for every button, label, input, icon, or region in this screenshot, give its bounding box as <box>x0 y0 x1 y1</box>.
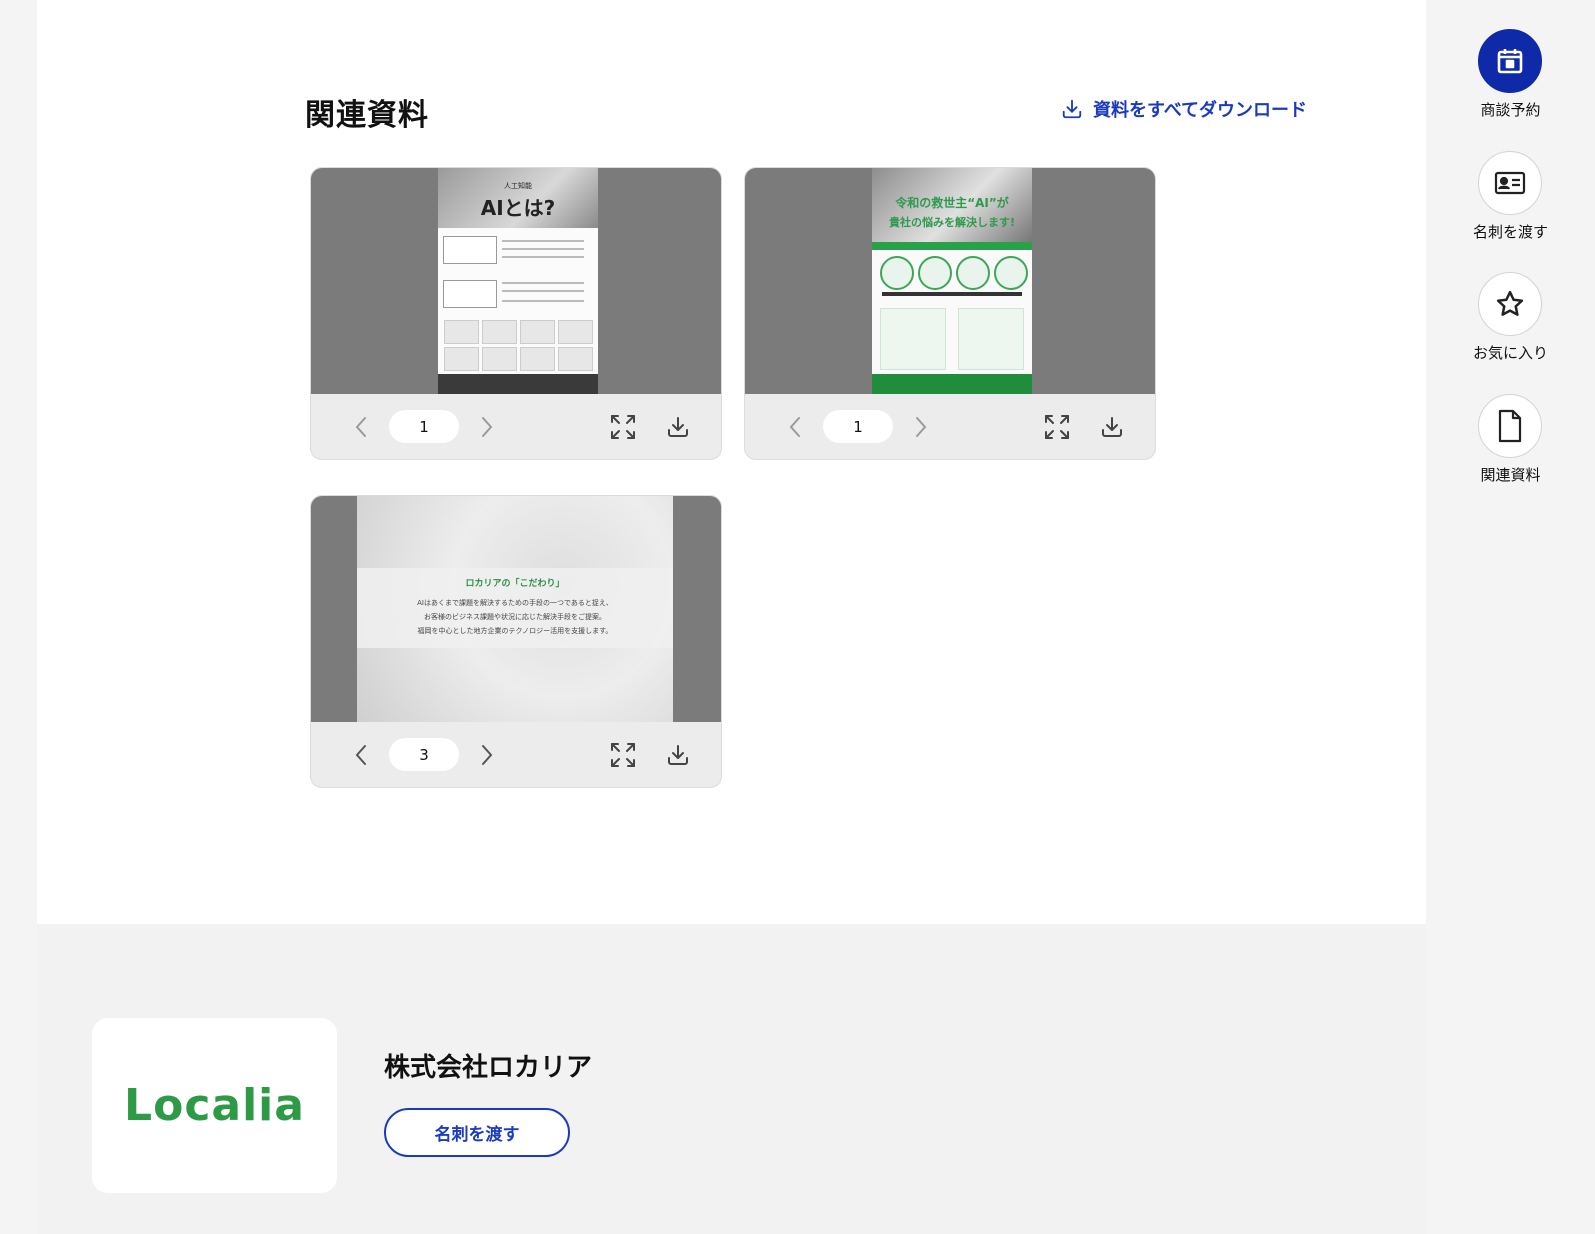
thumbnail-text-line: 福岡を中心とした地方企業のテクノロジー活用を支援します。 <box>417 627 613 635</box>
thumbnail-grid-cell <box>558 320 593 344</box>
rail-button-circle[interactable] <box>1478 29 1542 93</box>
thumbnail-badge <box>880 256 914 290</box>
thumbnail-footer <box>872 374 1032 394</box>
previous-page-button[interactable] <box>349 742 373 768</box>
previous-page-button[interactable] <box>349 414 373 440</box>
document-page-thumbnail: 令和の救世主“AI”が 貴社の悩みを解決します! <box>872 168 1032 394</box>
fullscreen-button[interactable] <box>1043 413 1071 441</box>
give-business-card-button[interactable]: 名刺を渡す <box>384 1108 570 1157</box>
main-panel <box>37 0 1426 924</box>
thumbnail-grid-cell <box>520 347 555 371</box>
document-preview[interactable]: ロカリアの「こだわり」 AIはあくまで課題を解決するための手段の一つであると捉え… <box>311 496 721 722</box>
star-icon <box>1496 290 1524 316</box>
thumbnail-grid-cell <box>444 347 479 371</box>
thumbnail-subtitle: 人工知能 <box>504 182 532 190</box>
expand-icon <box>611 415 635 439</box>
thumbnail-heading: ロカリアの「こだわり」 <box>465 579 565 589</box>
thumbnail-badge <box>994 256 1028 290</box>
rail-button-circle[interactable] <box>1478 394 1542 458</box>
document-preview[interactable]: 令和の救世主“AI”が 貴社の悩みを解決します! <box>745 168 1155 394</box>
chevron-left-icon <box>355 417 366 437</box>
next-page-button[interactable] <box>475 742 499 768</box>
thumbnail-grid-cell <box>444 320 479 344</box>
company-logo-card: Localia <box>92 1018 337 1193</box>
document-controls: 3 <box>311 722 721 787</box>
document-page-thumbnail: 人工知能 AIとは? <box>438 168 598 394</box>
rail-button-circle[interactable] <box>1478 151 1542 215</box>
thumbnail-headline: 令和の救世主“AI”が <box>895 196 1009 210</box>
document-card: ロカリアの「こだわり」 AIはあくまで課題を解決するための手段の一つであると捉え… <box>310 495 722 788</box>
chevron-right-icon <box>482 417 493 437</box>
expand-icon <box>611 743 635 767</box>
download-button[interactable] <box>1099 414 1125 440</box>
thumbnail-grid-cell <box>520 320 555 344</box>
thumbnail-box <box>443 236 497 264</box>
chevron-left-icon <box>789 417 800 437</box>
document-icon <box>1498 409 1522 443</box>
thumbnail-band <box>872 242 1032 250</box>
document-preview[interactable]: 人工知能 AIとは? <box>311 168 721 394</box>
page-number-field[interactable]: 3 <box>389 738 459 771</box>
download-all-link[interactable]: 資料をすべてダウンロード <box>1061 96 1307 122</box>
rail-item-label: お気に入り <box>1472 344 1548 362</box>
thumbnail-text-line <box>502 248 584 250</box>
thumbnail-badge <box>918 256 952 290</box>
thumbnail-grid-cell <box>482 320 517 344</box>
document-slide-thumbnail: ロカリアの「こだわり」 AIはあくまで課題を解決するための手段の一つであると捉え… <box>357 496 673 722</box>
download-all-label: 資料をすべてダウンロード <box>1092 100 1307 121</box>
thumbnail-box <box>443 280 497 308</box>
rail-button-circle[interactable] <box>1478 272 1542 336</box>
rail-item-label: 商談予約 <box>1480 101 1541 119</box>
page-number-field[interactable]: 1 <box>389 410 459 443</box>
rail-item-label: 名刺を渡す <box>1472 223 1548 241</box>
thumbnail-text-line: AIはあくまで課題を解決するための手段の一つであると捉え、 <box>417 599 613 607</box>
download-icon <box>1062 99 1082 119</box>
thumbnail-column <box>958 308 1024 370</box>
thumbnail-grid-cell <box>482 347 517 371</box>
chevron-left-icon <box>355 745 366 765</box>
thumbnail-headline: AIとは? <box>480 196 556 220</box>
download-icon <box>668 745 688 765</box>
next-page-button[interactable] <box>909 414 933 440</box>
download-icon <box>1102 417 1122 437</box>
document-card: 人工知能 AIとは? 1 <box>310 167 722 460</box>
thumbnail-subheadline: 貴社の悩みを解決します! <box>888 216 1016 229</box>
thumbnail-grid-cell <box>558 347 593 371</box>
thumbnail-badge <box>956 256 990 290</box>
chevron-right-icon <box>916 417 927 437</box>
fullscreen-button[interactable] <box>609 413 637 441</box>
thumbnail-footer <box>438 374 598 394</box>
previous-page-button[interactable] <box>783 414 807 440</box>
thumbnail-text-line <box>502 240 584 242</box>
download-button[interactable] <box>665 742 691 768</box>
thumbnail-text-line <box>502 300 584 302</box>
id-card-icon <box>1494 171 1526 195</box>
document-controls: 1 <box>311 394 721 459</box>
page-number-field[interactable]: 1 <box>823 410 893 443</box>
company-name: 株式会社ロカリア <box>384 1053 593 1083</box>
download-icon <box>668 417 688 437</box>
download-button[interactable] <box>665 414 691 440</box>
document-card: 令和の救世主“AI”が 貴社の悩みを解決します! 1 <box>744 167 1156 460</box>
thumbnail-text-line <box>502 256 584 258</box>
rail-item-label: 関連資料 <box>1480 466 1541 484</box>
thumbnail-text-line <box>882 292 1022 296</box>
thumbnail-text-line <box>502 290 584 292</box>
calendar-icon <box>1497 49 1523 74</box>
thumbnail-text-line <box>502 282 584 284</box>
next-page-button[interactable] <box>475 414 499 440</box>
section-title: 関連資料 <box>305 98 429 133</box>
chevron-right-icon <box>482 745 493 765</box>
thumbnail-column <box>880 308 946 370</box>
thumbnail-text-line: お客様のビジネス課題や状況に応じた解決手段をご提案。 <box>424 613 606 621</box>
company-logo: Localia <box>124 1080 305 1131</box>
fullscreen-button[interactable] <box>609 741 637 769</box>
expand-icon <box>1045 415 1069 439</box>
document-controls: 1 <box>745 394 1155 459</box>
